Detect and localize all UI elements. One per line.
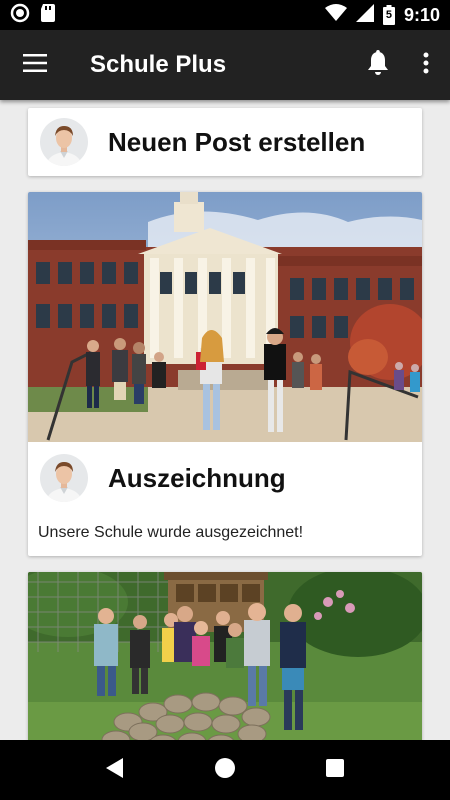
app-bar: Schule Plus	[0, 30, 450, 100]
recents-button[interactable]	[310, 745, 360, 795]
system-nav-bar	[0, 740, 450, 800]
battery-level: 5	[385, 9, 393, 21]
avatar	[40, 118, 88, 166]
app-title: Schule Plus	[90, 51, 227, 78]
home-circle-icon	[214, 757, 236, 784]
create-post-label: Neuen Post erstellen	[108, 126, 366, 157]
more-vert-icon	[423, 52, 429, 79]
menu-button[interactable]	[0, 30, 70, 100]
post-header: Auszeichnung	[28, 442, 422, 514]
back-button[interactable]	[90, 745, 140, 795]
hamburger-icon	[23, 53, 47, 77]
back-triangle-icon	[105, 757, 125, 784]
post-text: Unsere Schule wurde ausgezeichnet!	[38, 524, 304, 541]
status-bar: 5 9:10	[0, 0, 450, 30]
post-card[interactable]	[28, 572, 422, 740]
overflow-menu-button[interactable]	[402, 30, 450, 100]
recents-square-icon	[325, 758, 345, 783]
signal-icon	[355, 3, 374, 27]
post-image	[28, 192, 422, 442]
sd-card-icon	[40, 3, 56, 28]
bell-icon	[367, 49, 389, 81]
home-button[interactable]	[200, 745, 250, 795]
post-feed[interactable]: Neuen Post erstellen Auszeichnung Unsere…	[0, 100, 450, 740]
post-image	[28, 572, 422, 740]
wifi-icon	[324, 3, 347, 27]
avatar	[40, 454, 88, 502]
record-icon	[10, 3, 30, 28]
post-card[interactable]: Auszeichnung Unsere Schule wurde ausgeze…	[28, 192, 422, 556]
notifications-button[interactable]	[354, 30, 402, 100]
clock: 9:10	[403, 4, 440, 25]
create-post-card[interactable]: Neuen Post erstellen	[28, 108, 422, 176]
battery-icon: 5	[382, 5, 395, 25]
post-title: Auszeichnung	[108, 462, 286, 493]
